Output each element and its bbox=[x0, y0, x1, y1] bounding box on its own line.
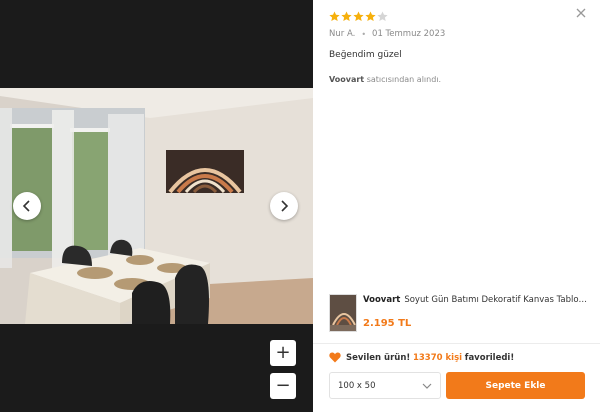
seller-name[interactable]: Voovart bbox=[329, 75, 364, 84]
chevron-down-icon bbox=[422, 383, 432, 389]
product-price: 2.195 TL bbox=[363, 318, 412, 329]
review-meta: Nur A. • 01 Temmuz 2023 bbox=[329, 29, 584, 39]
review-content: Nur A. • 01 Temmuz 2023 Beğendim güzel V… bbox=[329, 11, 584, 84]
separator-dot: • bbox=[361, 29, 367, 39]
review-author: Nur A. bbox=[329, 29, 356, 39]
product-thumbnail[interactable] bbox=[329, 294, 357, 332]
add-to-cart-button[interactable]: Sepete Ekle bbox=[446, 372, 585, 399]
review-photo bbox=[0, 88, 313, 324]
star-icon bbox=[329, 11, 340, 21]
star-icon bbox=[353, 11, 364, 21]
star-icon bbox=[377, 11, 388, 21]
review-text: Beğendim güzel bbox=[329, 50, 402, 60]
image-viewer: + − bbox=[0, 0, 313, 412]
favorites-prefix: Sevilen ürün! bbox=[346, 352, 411, 363]
favorites-info: Sevilen ürün! 13370 kişi favoriledi! bbox=[329, 352, 514, 363]
zoom-out-button[interactable]: − bbox=[270, 373, 296, 399]
star-icon bbox=[365, 11, 376, 21]
favorites-count: 13370 kişi bbox=[412, 352, 463, 363]
zoom-in-button[interactable]: + bbox=[270, 340, 296, 366]
product-name: Soyut Gün Batımı Dekoratif Kanvas Tablo … bbox=[404, 295, 589, 305]
size-select[interactable]: 100 x 50 bbox=[329, 372, 441, 399]
product-title[interactable]: Voovart Soyut Gün Batımı Dekoratif Kanvas… bbox=[363, 295, 589, 305]
star-rating bbox=[329, 11, 584, 23]
heart-icon bbox=[329, 352, 341, 363]
review-panel: Nur A. • 01 Temmuz 2023 Beğendim güzel V… bbox=[313, 0, 600, 412]
seller-info: Voovart satıcısından alındı. bbox=[329, 75, 584, 84]
divider bbox=[313, 343, 600, 344]
product-card[interactable]: Voovart Soyut Gün Batımı Dekoratif Kanvas… bbox=[329, 294, 589, 334]
previous-image-button[interactable] bbox=[13, 192, 41, 220]
next-image-button[interactable] bbox=[270, 192, 298, 220]
chevron-right-icon bbox=[281, 200, 289, 212]
product-brand: Voovart bbox=[363, 295, 401, 305]
chevron-left-icon bbox=[22, 200, 30, 212]
size-select-value: 100 x 50 bbox=[338, 380, 376, 391]
seller-suffix: satıcısından alındı. bbox=[366, 75, 442, 84]
review-date: 01 Temmuz 2023 bbox=[372, 29, 446, 39]
star-icon bbox=[341, 11, 352, 21]
favorites-suffix: favoriledi! bbox=[464, 352, 515, 363]
